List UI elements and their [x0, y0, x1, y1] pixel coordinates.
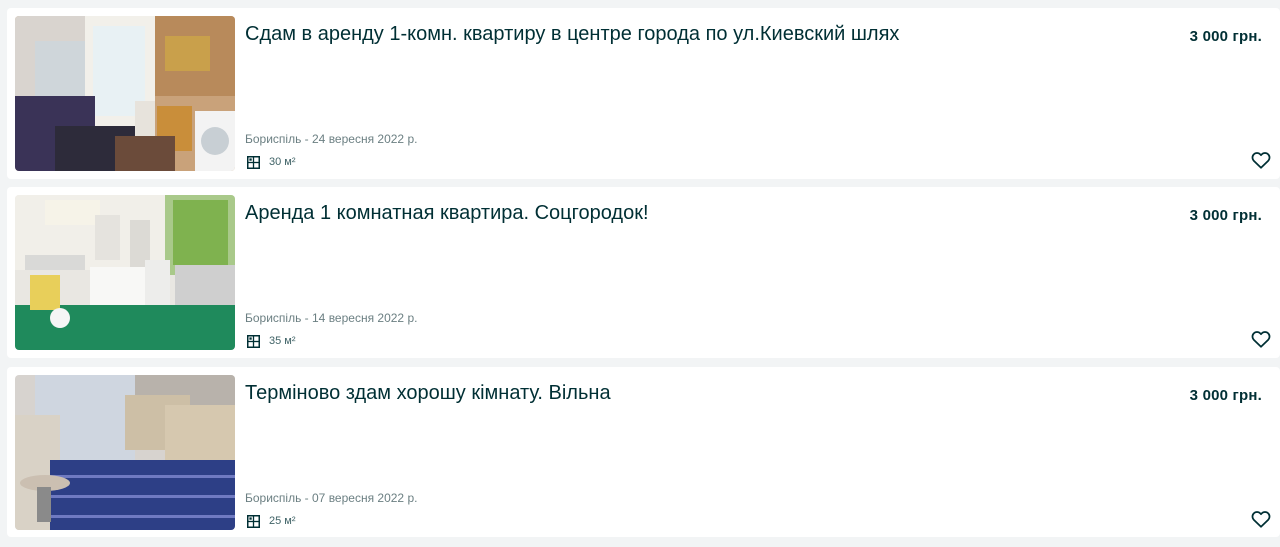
listing-area: 25 м² — [247, 513, 296, 529]
room-photo — [15, 375, 235, 530]
listing-area-value: 30 м² — [269, 156, 296, 168]
listing-price: 3 000 грн. — [1189, 207, 1262, 224]
heart-outline-icon — [1251, 511, 1271, 528]
listing-area-value: 25 м² — [269, 515, 296, 527]
listing-price: 3 000 грн. — [1189, 387, 1262, 404]
listing-location-date: Бориспіль - 14 вересня 2022 р. — [245, 311, 418, 325]
listing-area: 30 м² — [247, 154, 296, 170]
heart-outline-icon — [1251, 331, 1271, 348]
favorite-button[interactable] — [1250, 149, 1272, 171]
kitchen-photo — [15, 195, 235, 350]
listing-area-value: 35 м² — [269, 335, 296, 347]
listing-title[interactable]: Сдам в аренду 1-комн. квартиру в центре … — [245, 22, 1145, 46]
floor-plan-icon — [247, 155, 260, 169]
listing-price: 3 000 грн. — [1189, 28, 1262, 45]
listing-photo[interactable] — [15, 16, 235, 171]
listing-title[interactable]: Терміново здам хорошу кімнату. Вільна — [245, 381, 1145, 405]
listing-photo[interactable] — [15, 375, 235, 530]
listing-card[interactable]: Терміново здам хорошу кімнату. Вільна 3 … — [7, 367, 1280, 537]
listing-title[interactable]: Аренда 1 комнатная квартира. Соцгородок! — [245, 201, 1145, 225]
floor-plan-icon — [247, 334, 260, 348]
favorite-button[interactable] — [1250, 328, 1272, 350]
floor-plan-icon — [247, 514, 260, 528]
listing-card[interactable]: Аренда 1 комнатная квартира. Соцгородок!… — [7, 187, 1280, 358]
listing-photo[interactable] — [15, 195, 235, 350]
listing-list: Сдам в аренду 1-комн. квартиру в центре … — [0, 0, 1280, 547]
listing-location-date: Бориспіль - 24 вересня 2022 р. — [245, 132, 418, 146]
listing-card[interactable]: Сдам в аренду 1-комн. квартиру в центре … — [7, 8, 1280, 179]
favorite-button[interactable] — [1250, 508, 1272, 530]
listing-area: 35 м² — [247, 333, 296, 349]
listing-location-date: Бориспіль - 07 вересня 2022 р. — [245, 491, 418, 505]
kitchen-photo — [15, 16, 235, 171]
heart-outline-icon — [1251, 152, 1271, 169]
